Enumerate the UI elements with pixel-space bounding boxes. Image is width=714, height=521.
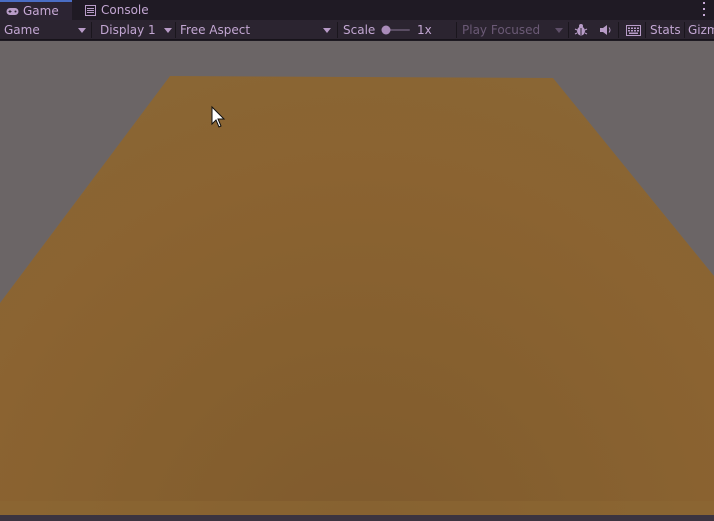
stats-button[interactable]: Stats (650, 20, 681, 40)
tab-game[interactable]: Game (0, 0, 72, 20)
divider (618, 22, 619, 38)
chevron-down-icon (323, 28, 331, 33)
view-select[interactable]: Game (4, 20, 90, 40)
tab-console[interactable]: Console (78, 0, 158, 20)
chevron-down-icon (555, 28, 563, 33)
game-viewport[interactable] (0, 41, 714, 515)
divider (456, 22, 457, 38)
divider (175, 22, 176, 38)
bug-icon[interactable] (572, 20, 590, 40)
console-icon (84, 4, 97, 16)
speaker-icon[interactable] (598, 20, 614, 40)
tab-console-label: Console (101, 3, 149, 17)
aspect-select[interactable]: Free Aspect (180, 20, 336, 40)
scale-label: Scale (343, 23, 376, 37)
divider (568, 22, 569, 38)
divider (684, 22, 685, 38)
tab-bar: Game Console (0, 0, 714, 20)
divider (91, 22, 92, 38)
tab-game-label: Game (23, 4, 59, 18)
scene-render (0, 41, 714, 515)
bottom-border (0, 515, 714, 521)
chevron-down-icon (164, 28, 172, 33)
play-mode-select-label: Play Focused (462, 23, 541, 37)
divider (645, 22, 646, 38)
view-select-label: Game (4, 23, 40, 37)
aspect-select-label: Free Aspect (180, 23, 251, 37)
game-toolbar: Game Display 1 Free Aspect Scale 1x Play… (0, 20, 714, 40)
gizmos-button[interactable]: Gizm (688, 20, 714, 40)
play-mode-select[interactable]: Play Focused (462, 20, 566, 40)
gamepad-icon (6, 6, 19, 17)
keyboard-icon[interactable] (624, 20, 642, 40)
scale-value: 1x (417, 23, 432, 37)
ground-edge (0, 501, 714, 515)
scale-slider[interactable] (380, 20, 412, 40)
kebab-menu-icon[interactable] (702, 2, 706, 16)
display-select-label: Display 1 (100, 23, 156, 37)
chevron-down-icon (78, 28, 86, 33)
display-select[interactable]: Display 1 (100, 20, 174, 40)
divider (337, 22, 338, 38)
